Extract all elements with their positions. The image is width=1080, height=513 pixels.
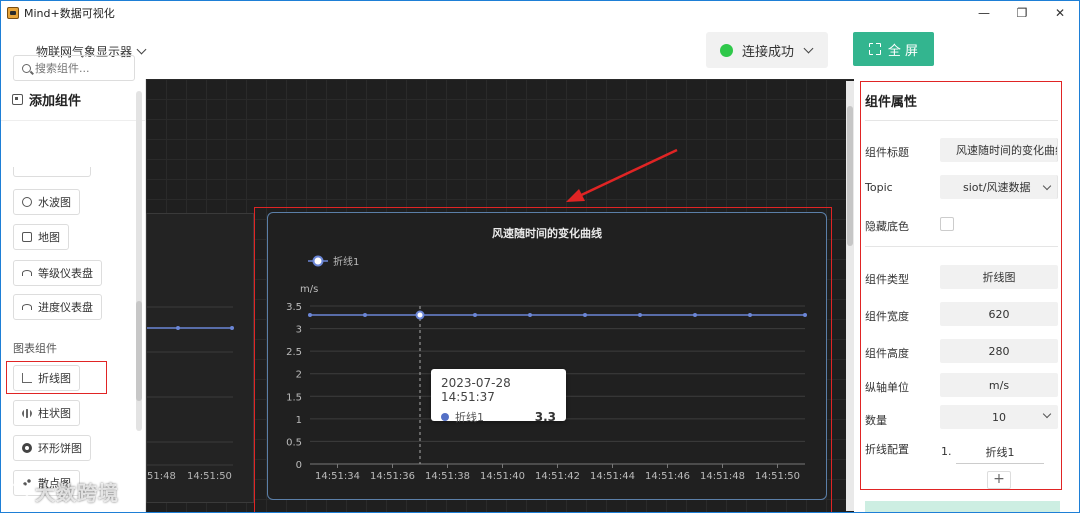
unit-input[interactable]: m/s [940,373,1058,397]
tooltip-value: 3.3 [534,410,556,424]
field-label: Topic [865,181,893,194]
close-button[interactable]: ✕ [1041,1,1079,25]
field-label: 组件类型 [865,273,909,286]
component-item-water[interactable]: 水波图 [13,189,80,215]
divider [865,246,1058,247]
field-label: 折线配置 [865,443,909,456]
list-item-partial[interactable] [13,167,91,177]
connection-status-dropdown[interactable]: 连接成功 [706,32,828,68]
component-label: 地图 [38,231,60,244]
count-select[interactable]: 10 [940,405,1058,429]
chart-tooltip: 2023-07-28 14:51:37 折线1 3.3 [431,369,566,424]
chevron-down-icon [136,44,147,55]
app-logo-icon [7,7,19,19]
component-label: 环形饼图 [38,442,82,455]
left-scrollbar-thumb[interactable] [136,301,142,401]
line-name-input[interactable]: 折线1 [956,444,1044,464]
hide-background-checkbox[interactable] [940,217,954,231]
component-item-donut-chart[interactable]: 环形饼图 [13,435,91,461]
title-bar: Mind+数据可视化 — ❐ ✕ [1,1,1079,25]
component-item-map[interactable]: 地图 [13,224,69,250]
panel-action-bar[interactable] [865,501,1060,512]
bar-chart-icon [22,408,32,418]
progress-gauge-icon [22,304,32,310]
highlight-box [6,361,107,394]
tick-label: 14:51:50 [187,471,232,482]
component-label: 水波图 [38,196,71,209]
divider [865,120,1058,121]
component-label: 等级仪表盘 [38,267,93,280]
fullscreen-icon [867,42,881,55]
tooltip-series: 折线1 [455,411,484,424]
highlight-box [254,207,832,512]
watermark-text: 大数跨境 [35,481,119,505]
watermark-logo-icon [7,482,29,501]
field-label: 隐藏底色 [865,220,909,233]
canvas-scrollbar-thumb[interactable] [847,106,853,246]
fullscreen-button[interactable]: 全 屏 [853,32,934,66]
component-item-level-gauge[interactable]: 等级仪表盘 [13,260,102,286]
field-label: 组件高度 [865,347,909,360]
donut-chart-icon [22,443,32,453]
search-input[interactable] [35,61,125,75]
search-icon [22,63,31,73]
fullscreen-label: 全 屏 [887,43,919,59]
app-window: Mind+数据可视化 — ❐ ✕ 物联网气象显示器 连接成功 全 屏 添加组件 [0,0,1080,513]
panel-header: 添加组件 [1,79,145,121]
title-input[interactable]: 风速随时间的变化曲线 [940,138,1058,162]
line-index: 1. [941,445,952,458]
section-label-charts: 图表组件 [13,342,57,355]
maximize-button[interactable]: ❐ [1003,1,1041,25]
component-search[interactable] [13,55,135,81]
minimize-button[interactable]: — [965,1,1003,25]
topic-select[interactable]: siot/风速数据 [940,175,1058,199]
field-label: 组件标题 [865,146,909,159]
component-label: 进度仪表盘 [38,301,93,314]
watermark: 大数跨境 [7,477,119,506]
add-line-button[interactable]: + [987,471,1011,489]
background-chart-widget[interactable]: 51:48 14:51:50 [146,213,254,503]
type-value: 折线图 [940,265,1058,289]
component-icon [12,94,23,105]
connection-status-label: 连接成功 [742,44,795,60]
height-input[interactable]: 280 [940,339,1058,363]
gauge-icon [22,270,32,276]
panel-title: 添加组件 [29,94,82,109]
tooltip-time: 2023-07-28 14:51:37 [441,376,511,404]
field-label: 数量 [865,414,887,427]
component-item-bar-chart[interactable]: 柱状图 [13,400,80,426]
status-dot-icon [720,43,733,57]
width-input[interactable]: 620 [940,302,1058,326]
component-item-progress-gauge[interactable]: 进度仪表盘 [13,294,102,320]
field-label: 组件宽度 [865,310,909,323]
field-label: 纵轴单位 [865,381,909,394]
series-color-dot [441,413,449,421]
chevron-down-icon [803,43,814,53]
tick-label: 51:48 [147,471,176,482]
background-chart-svg: 51:48 14:51:50 [147,306,234,482]
component-label: 柱状图 [38,407,71,420]
map-icon [22,232,32,242]
app-header: 物联网气象显示器 连接成功 全 屏 [1,25,1079,79]
window-title: Mind+数据可视化 [24,7,115,20]
water-icon [22,197,32,207]
